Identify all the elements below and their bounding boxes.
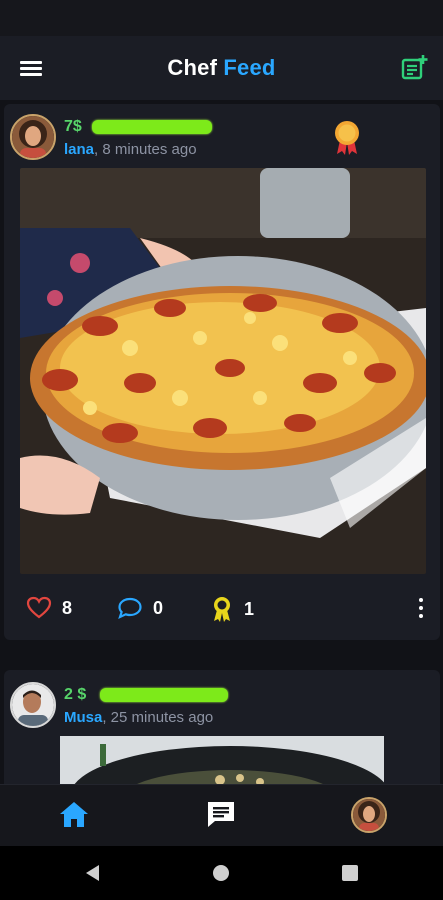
food-photo xyxy=(60,736,384,784)
status-bar xyxy=(0,0,443,36)
back-triangle-icon xyxy=(86,865,99,881)
avatar[interactable] xyxy=(10,682,56,728)
post-time: , 8 minutes ago xyxy=(94,141,197,158)
app-title: Chef Feed xyxy=(167,55,275,81)
menu-icon-bar xyxy=(20,67,42,70)
avatar-image xyxy=(12,684,54,726)
post-price-value: 2 $ xyxy=(64,686,87,703)
post-actions: 8 0 1 xyxy=(20,590,430,630)
more-vertical-icon xyxy=(419,614,423,618)
post-price: 7$ xyxy=(64,118,82,136)
avatar-image xyxy=(12,116,54,158)
post-meta: Musa, 25 minutes ago xyxy=(64,709,213,726)
post-meta: lana, 8 minutes ago xyxy=(64,141,197,158)
like-count: 8 xyxy=(62,597,73,618)
post-card: 2 $ Musa, 25 minutes ago xyxy=(4,670,440,784)
redaction-scribble xyxy=(92,120,212,134)
system-recents-button[interactable] xyxy=(341,864,359,887)
post-price: 2 $ xyxy=(64,686,86,704)
award-button[interactable]: 1 xyxy=(210,596,254,622)
app-title-feed: Feed xyxy=(223,55,276,80)
author-name[interactable]: lana xyxy=(64,141,94,158)
new-post-button[interactable] xyxy=(401,55,429,81)
more-options-button[interactable] xyxy=(416,596,426,622)
award-count: 1 xyxy=(244,598,255,619)
like-button[interactable]: 8 xyxy=(26,596,72,620)
award-icon xyxy=(214,597,230,622)
bottom-navigation xyxy=(0,784,443,846)
nav-chat-button[interactable] xyxy=(205,799,239,833)
post-time: , 25 minutes ago xyxy=(102,709,214,726)
medal-icon xyxy=(333,120,361,156)
redaction-scribble xyxy=(100,688,228,702)
nav-profile-button[interactable] xyxy=(351,797,387,833)
menu-icon-bar xyxy=(20,73,42,76)
comment-button[interactable]: 0 xyxy=(117,596,163,620)
home-icon xyxy=(60,802,88,827)
heart-icon xyxy=(26,596,52,619)
post-price-value: 7$ xyxy=(64,118,82,135)
system-navigation-bar xyxy=(0,846,443,900)
more-vertical-icon xyxy=(419,598,423,602)
post-image[interactable] xyxy=(60,736,384,784)
recents-square-icon xyxy=(342,865,358,881)
profile-avatar xyxy=(353,799,385,831)
chat-icon xyxy=(208,802,234,827)
post-image[interactable] xyxy=(20,168,426,574)
menu-icon-bar xyxy=(20,61,42,64)
menu-button[interactable] xyxy=(20,58,44,78)
app-title-chef: Chef xyxy=(167,55,218,80)
system-back-button[interactable] xyxy=(84,864,102,887)
avatar[interactable] xyxy=(10,114,56,160)
pizza-photo xyxy=(20,168,426,574)
home-circle-icon xyxy=(213,865,229,881)
comment-count: 0 xyxy=(153,597,164,618)
app-bar: Chef Feed xyxy=(0,36,443,100)
author-name[interactable]: Musa xyxy=(64,709,102,726)
post-card: 7$ lana, 8 minutes ago 8 0 1 xyxy=(4,104,440,640)
more-vertical-icon xyxy=(419,606,423,610)
feed[interactable]: 7$ lana, 8 minutes ago 8 0 1 2 $ Musa, 2… xyxy=(0,100,443,784)
system-home-button[interactable] xyxy=(212,864,230,887)
comment-icon xyxy=(118,597,142,620)
nav-home-button[interactable] xyxy=(58,799,92,833)
new-post-icon xyxy=(401,55,428,80)
